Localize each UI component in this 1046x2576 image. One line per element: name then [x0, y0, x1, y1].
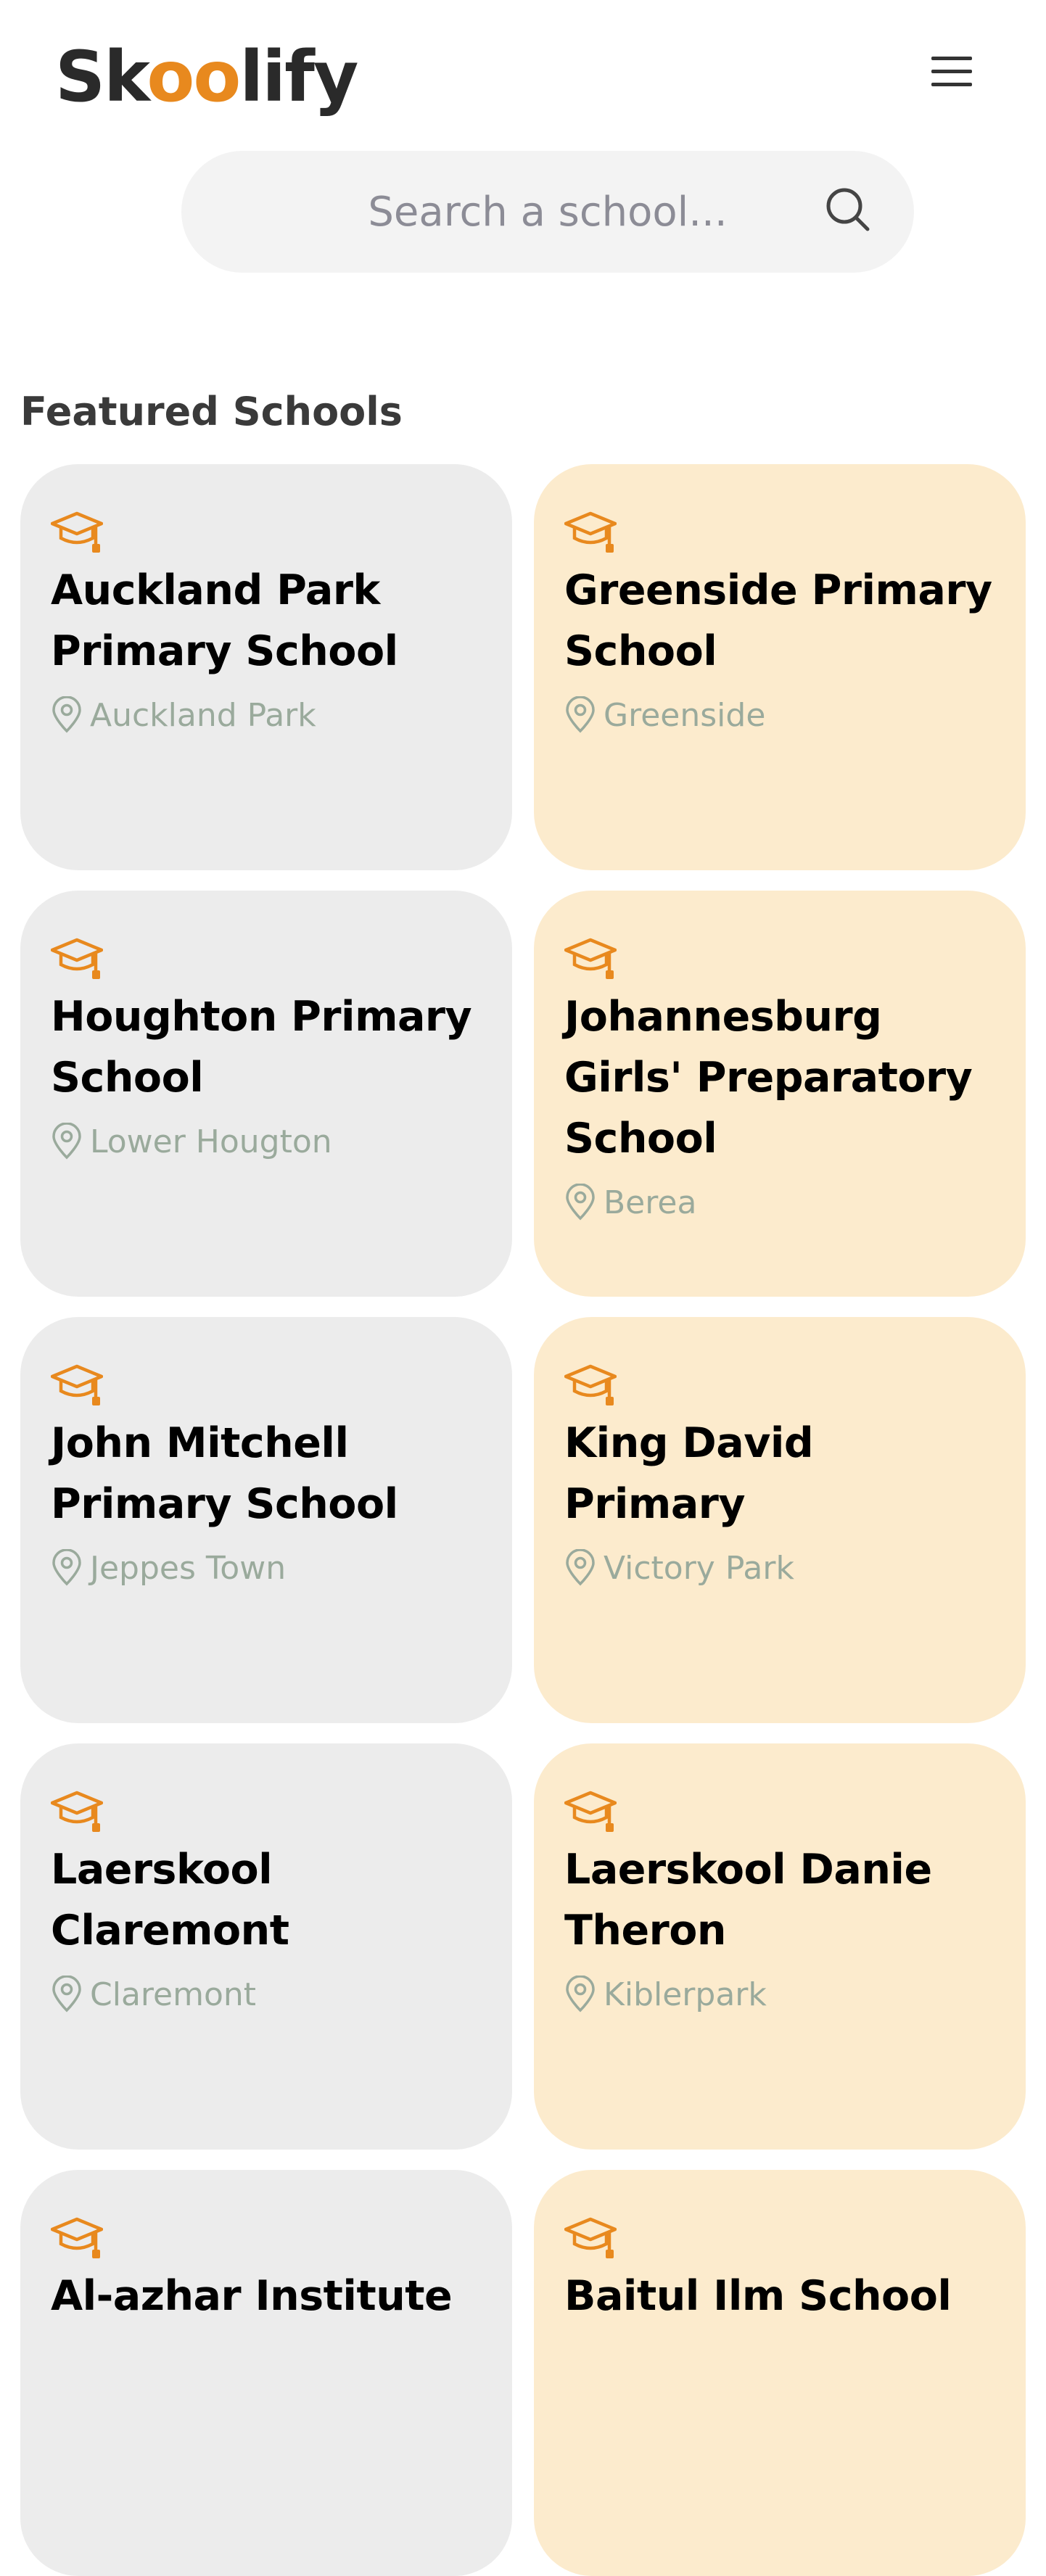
school-location: Auckland Park [51, 696, 512, 734]
school-location: Kiblerpark [564, 1976, 1026, 2013]
school-name: Johannesburg Girls' Preparatory School [564, 993, 973, 1163]
school-card[interactable]: Houghton Primary School Lower Hougton [20, 891, 512, 1297]
logo-part-1: Sk [55, 36, 148, 117]
school-card[interactable]: Greenside Primary School Greenside [534, 464, 1026, 870]
school-location: Claremont [51, 1976, 512, 2013]
graduation-cap-icon [564, 1364, 617, 1405]
hamburger-menu-icon[interactable] [928, 52, 975, 90]
school-location-text: Claremont [90, 1976, 257, 2013]
school-card[interactable]: Laerskool Danie Theron Kiblerpark [534, 1743, 1026, 2150]
school-card[interactable]: King David Primary Victory Park [534, 1317, 1026, 1723]
school-location: Victory Park [564, 1549, 1026, 1587]
school-name: King David Primary [564, 1419, 814, 1528]
school-card[interactable]: Al-azhar Institute [20, 2170, 512, 2576]
school-name: Al-azhar Institute [51, 2272, 453, 2320]
school-location-text: Berea [604, 1184, 697, 1221]
school-location-text: Victory Park [604, 1549, 794, 1587]
school-location: Greenside [564, 696, 1026, 734]
graduation-cap-icon [51, 938, 103, 979]
search-icon[interactable] [820, 181, 878, 239]
skoolify-logo[interactable]: Skoolify [55, 42, 358, 112]
logo-part-2-owl-eyes: oo [147, 36, 241, 117]
school-name: Baitul Ilm School [564, 2272, 952, 2320]
location-pin-icon [52, 1549, 81, 1586]
school-name: Laerskool Danie Theron [564, 1846, 932, 1954]
graduation-cap-icon [51, 511, 103, 553]
location-pin-icon [566, 1184, 595, 1221]
search-input[interactable] [181, 151, 914, 273]
school-location: Jeppes Town [51, 1549, 512, 1587]
app-header: Skoolify [0, 0, 1046, 145]
featured-schools-heading: Featured Schools [20, 389, 403, 434]
location-pin-icon [566, 1976, 595, 2012]
location-pin-icon [52, 1123, 81, 1160]
school-location-text: Lower Hougton [90, 1123, 332, 1160]
school-name: Houghton Primary School [51, 993, 472, 1102]
school-location: Lower Hougton [51, 1123, 512, 1160]
school-location-text: Kiblerpark [604, 1976, 767, 2013]
school-name: Auckland Park Primary School [51, 566, 398, 675]
graduation-cap-icon [564, 1791, 617, 1832]
graduation-cap-icon [51, 1791, 103, 1832]
graduation-cap-icon [51, 1364, 103, 1405]
school-location: Berea [564, 1184, 1026, 1221]
location-pin-icon [52, 1976, 81, 2012]
location-pin-icon [52, 696, 81, 733]
school-name: John Mitchell Primary School [51, 1419, 398, 1528]
school-name: Greenside Primary School [564, 566, 992, 675]
graduation-cap-icon [564, 511, 617, 553]
school-card[interactable]: Laerskool Claremont Claremont [20, 1743, 512, 2150]
location-pin-icon [566, 1549, 595, 1586]
school-name: Laerskool Claremont [51, 1846, 289, 1954]
graduation-cap-icon [564, 938, 617, 979]
school-card[interactable]: Baitul Ilm School [534, 2170, 1026, 2576]
school-card[interactable]: John Mitchell Primary School Jeppes Town [20, 1317, 512, 1723]
search-bar [181, 151, 914, 273]
school-location-text: Greenside [604, 696, 766, 734]
logo-part-3: lify [239, 36, 358, 117]
location-pin-icon [566, 696, 595, 733]
graduation-cap-icon [51, 2217, 103, 2258]
graduation-cap-icon [564, 2217, 617, 2258]
school-location-text: Auckland Park [90, 696, 316, 734]
school-location-text: Jeppes Town [90, 1549, 287, 1587]
school-card[interactable]: Johannesburg Girls' Preparatory School B… [534, 891, 1026, 1297]
school-card[interactable]: Auckland Park Primary School Auckland Pa… [20, 464, 512, 870]
